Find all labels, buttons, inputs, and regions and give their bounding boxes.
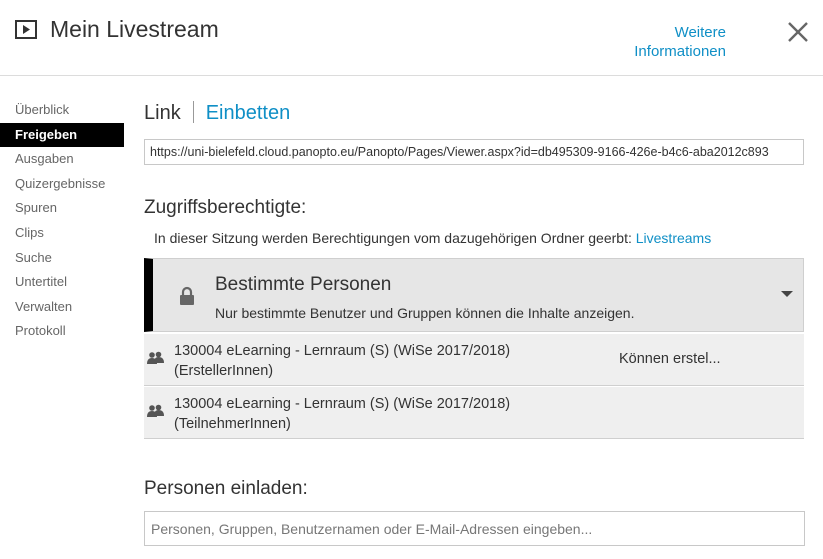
sidebar-item-spuren[interactable]: Spuren — [0, 196, 124, 221]
group-icon — [147, 351, 164, 364]
sidebar-item-ausgaben[interactable]: Ausgaben — [0, 147, 124, 172]
sidebar-item-freigeben[interactable]: Freigeben — [0, 122, 124, 148]
access-entry-name: 130004 eLearning - Lernraum (S) (WiSe 20… — [174, 394, 594, 434]
link-url-field[interactable] — [144, 139, 804, 165]
sidebar-item-untertitel[interactable]: Untertitel — [0, 270, 124, 295]
share-tabs: Link Einbetten — [144, 101, 290, 125]
sidebar-item-protokoll[interactable]: Protokoll — [0, 319, 124, 344]
sidebar-item-verwalten[interactable]: Verwalten — [0, 295, 124, 320]
sidebar-item-clips[interactable]: Clips — [0, 221, 124, 246]
access-entry-line2: (ErstellerInnen) — [174, 363, 274, 379]
access-entry-line1: 130004 eLearning - Lernraum (S) (WiSe 20… — [174, 343, 511, 359]
sidebar-item-quizergebnisse[interactable]: Quizergebnisse — [0, 172, 124, 197]
play-icon — [15, 20, 37, 39]
inherit-note-text: In dieser Sitzung werden Berechtigungen … — [154, 230, 632, 246]
access-entry-line2: (TeilnehmerInnen) — [174, 416, 291, 432]
sidebar-item-ueberblick[interactable]: Überblick — [0, 98, 124, 123]
tab-divider — [192, 101, 194, 123]
access-entry-row: 130004 eLearning - Lernraum (S) (WiSe 20… — [144, 334, 804, 386]
access-role-select[interactable]: Können erstel... — [619, 351, 721, 367]
access-entry-row: 130004 eLearning - Lernraum (S) (WiSe 20… — [144, 387, 804, 439]
tab-embed[interactable]: Einbetten — [206, 102, 291, 124]
sidebar-item-suche[interactable]: Suche — [0, 246, 124, 271]
invite-heading: Personen einladen: — [144, 478, 308, 499]
permission-description: Nur bestimmte Benutzer und Gruppen könne… — [215, 305, 635, 321]
main-content: Link Einbetten Zugriffsberechtigte: In di… — [144, 0, 805, 559]
invite-input[interactable] — [144, 511, 805, 546]
group-icon — [147, 404, 164, 417]
sidebar: Überblick Freigeben Ausgaben Quizergebni… — [0, 98, 124, 344]
access-entry-line1: 130004 eLearning - Lernraum (S) (WiSe 20… — [174, 396, 511, 412]
access-entry-name: 130004 eLearning - Lernraum (S) (WiSe 20… — [174, 341, 594, 381]
lock-icon — [180, 286, 194, 305]
tab-link[interactable]: Link — [144, 102, 181, 124]
inherit-folder-link[interactable]: Livestreams — [636, 230, 711, 246]
chevron-down-icon[interactable] — [781, 290, 793, 298]
permission-title: Bestimmte Personen — [215, 274, 392, 295]
permission-level-dropdown[interactable]: Bestimmte Personen Nur bestimmte Benutze… — [144, 258, 804, 332]
inherit-note: In dieser Sitzung werden Berechtigungen … — [154, 230, 711, 246]
access-heading: Zugriffsberechtigte: — [144, 197, 307, 218]
